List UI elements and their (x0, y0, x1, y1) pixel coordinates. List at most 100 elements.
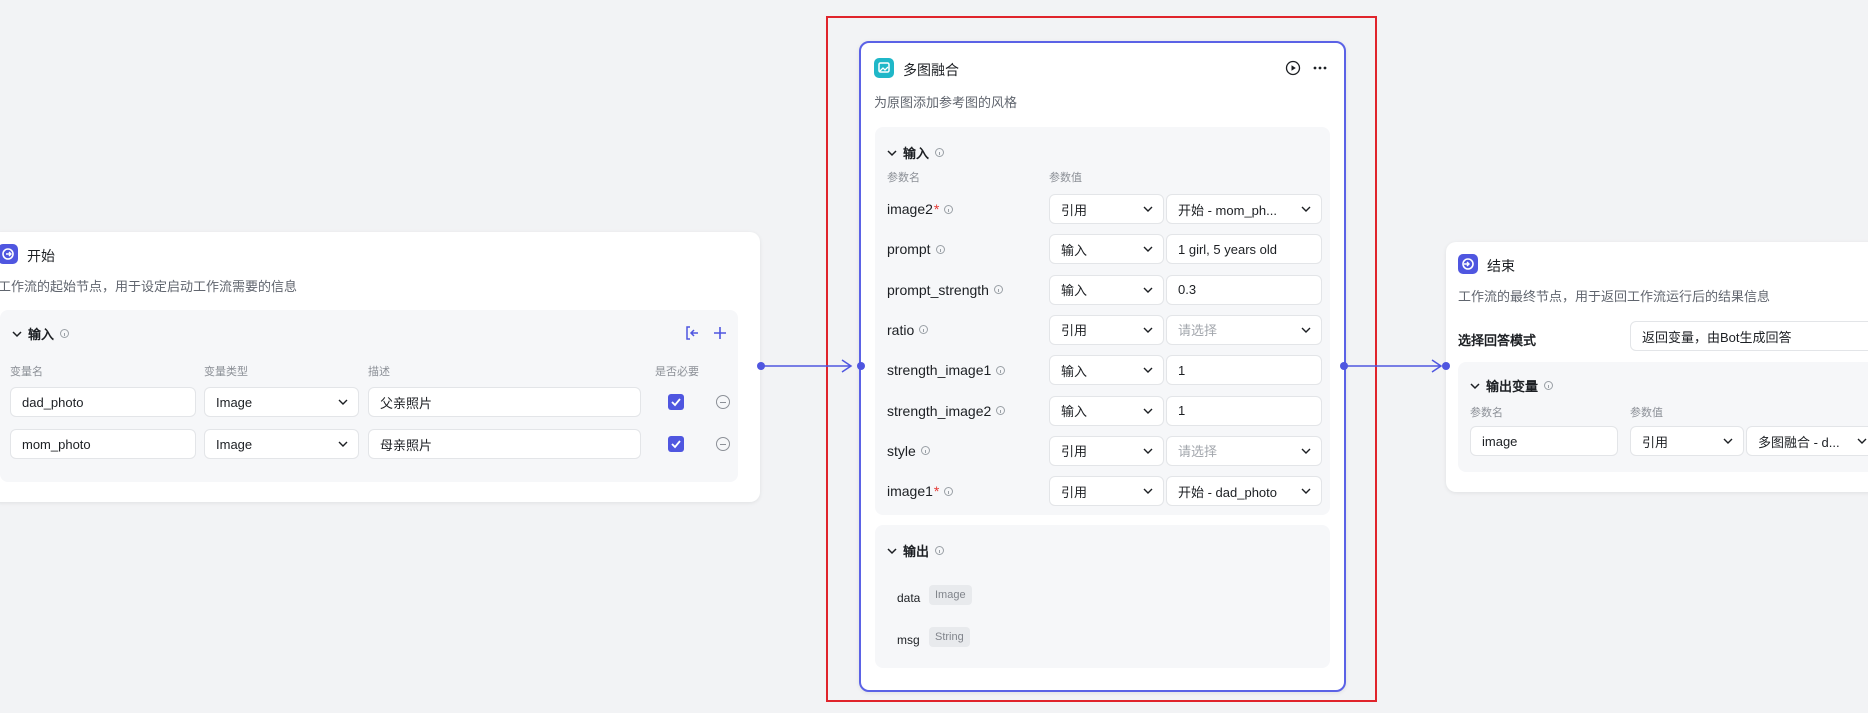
param-mode-select[interactable]: 输入 (1049, 355, 1164, 386)
merge-input-header[interactable]: 输入 (887, 143, 945, 162)
start-input-section: 输入 变量名 变量类型 描述 是否必要 dad_photo Image 父亲照片… (0, 310, 738, 482)
start-node[interactable]: 开始 工作流的起始节点，用于设定启动工作流需要的信息 输入 变量名 变量类型 描… (0, 232, 760, 502)
chevron-down-icon (1143, 246, 1153, 253)
col-param-value: 参数值 (1630, 407, 1663, 419)
param-name-text: image1 (887, 483, 933, 500)
end-ref-select[interactable]: 多图融合 - d... (1746, 426, 1868, 456)
output-name: data (897, 591, 921, 605)
remove-row-icon[interactable] (716, 395, 730, 409)
chevron-down-icon (1143, 367, 1153, 374)
param-ref-select[interactable]: 开始 - mom_ph... (1166, 194, 1322, 224)
info-icon (996, 365, 1006, 375)
param-mode-select[interactable]: 引用 (1049, 476, 1164, 507)
chevron-down-icon (1143, 408, 1153, 414)
param-mode-select[interactable]: 引用 (1049, 194, 1164, 224)
chevron-down-icon (1301, 206, 1311, 212)
var-name-input[interactable]: dad_photo (10, 387, 196, 417)
param-mode-value: 引用 (1061, 444, 1088, 460)
param-ref-select[interactable]: 请选择 (1166, 314, 1322, 345)
end-mode-select[interactable]: 引用 (1630, 426, 1744, 456)
param-ref-select[interactable]: 请选择 (1166, 435, 1322, 466)
chevron-down-icon (887, 547, 897, 554)
start-desc: 工作流的起始节点，用于设定启动工作流需要的信息 (0, 279, 298, 294)
param-value: 1 (1178, 362, 1186, 378)
end-title: 结束 (1487, 258, 1515, 274)
chevron-down-icon (1301, 327, 1311, 333)
start-input-header[interactable]: 输入 (12, 324, 70, 343)
remove-row-icon[interactable] (716, 437, 730, 451)
var-type-select[interactable]: Image (204, 387, 359, 417)
param-value-input[interactable]: 1 (1166, 395, 1322, 426)
end-param-name-input[interactable]: image (1470, 426, 1618, 456)
chevron-down-icon (1301, 448, 1311, 454)
param-value-input[interactable]: 0.3 (1166, 274, 1322, 305)
var-desc-input[interactable]: 父亲照片 (368, 387, 641, 417)
param-mode-select[interactable]: 输入 (1049, 234, 1164, 265)
param-name-text: ratio (887, 321, 915, 338)
more-icon[interactable] (1312, 60, 1328, 76)
info-icon (996, 406, 1006, 415)
info-icon (993, 285, 1003, 295)
merge-input-port[interactable] (857, 362, 865, 370)
start-input-label: 输入 (28, 327, 55, 342)
param-mode-value: 输入 (1061, 242, 1088, 258)
chevron-down-icon (1143, 327, 1153, 333)
play-icon[interactable] (1285, 60, 1301, 76)
param-mode-select[interactable]: 引用 (1049, 314, 1164, 345)
import-icon[interactable] (684, 325, 700, 341)
param-name-text: prompt (887, 241, 931, 258)
chevron-down-icon (1857, 438, 1867, 444)
param-name: image2 * (887, 201, 954, 217)
merge-desc: 为原图添加参考图的风格 (874, 95, 1018, 110)
param-name-text: image2 (887, 201, 933, 217)
end-output-header[interactable]: 输出变量 (1470, 376, 1554, 395)
start-output-port[interactable] (757, 362, 765, 370)
param-value-input[interactable]: 1 (1166, 355, 1322, 386)
param-name: prompt_strength (887, 282, 1003, 298)
merge-output-header[interactable]: 输出 (887, 541, 945, 560)
arrow-merge-end (1431, 359, 1443, 373)
chevron-down-icon (338, 441, 348, 447)
required-checkbox[interactable] (668, 394, 684, 410)
var-name-input[interactable]: mom_photo (10, 429, 196, 459)
param-mode-select[interactable]: 输入 (1049, 395, 1164, 426)
param-mode-select[interactable]: 输入 (1049, 274, 1164, 305)
param-value: 1 girl, 5 years old (1178, 241, 1277, 257)
end-output-label: 输出变量 (1486, 379, 1539, 394)
mode-select[interactable]: 返回变量，由Bot生成回答 (1630, 321, 1868, 351)
var-type-select[interactable]: Image (204, 429, 359, 459)
param-name: image1 * (887, 483, 954, 500)
output-type-tag: String (929, 627, 970, 647)
param-value-input[interactable]: 1 girl, 5 years old (1166, 234, 1322, 265)
end-output-section: 输出变量 参数名 参数值 image 引用 多图融合 - d... (1458, 362, 1868, 472)
end-input-port[interactable] (1442, 362, 1450, 370)
var-type-value: Image (216, 394, 253, 410)
info-icon (935, 244, 945, 254)
merge-output-port[interactable] (1340, 362, 1348, 370)
param-mode-select[interactable]: 引用 (1049, 435, 1164, 466)
end-ref-value: 多图融合 - d... (1758, 434, 1840, 450)
chevron-down-icon (1143, 206, 1153, 212)
param-name-text: strength_image1 (887, 362, 992, 379)
merge-node[interactable]: 多图融合 为原图添加参考图的风格 输入 参数名 参数值 image2 * 引用 开始 … (859, 41, 1346, 692)
start-icon (0, 244, 18, 264)
merge-input-label: 输入 (903, 146, 930, 161)
param-name: prompt (887, 241, 945, 257)
end-node[interactable]: 结束 工作流的最终节点，用于返回工作流运行后的结果信息 选择回答模式 返回变量，… (1446, 242, 1868, 492)
info-icon (935, 546, 945, 555)
check-icon (671, 440, 681, 449)
required-mark: * (933, 201, 940, 217)
chevron-down-icon (1470, 382, 1480, 389)
param-ref-select[interactable]: 开始 - dad_photo (1166, 476, 1322, 507)
var-desc-input[interactable]: 母亲照片 (368, 429, 641, 459)
param-value: 1 (1178, 403, 1186, 418)
param-value: 请选择 (1178, 323, 1218, 339)
param-value: 开始 - mom_ph... (1178, 202, 1277, 218)
chevron-down-icon (338, 399, 348, 405)
add-icon[interactable] (712, 325, 728, 341)
required-checkbox[interactable] (668, 436, 684, 452)
merge-output-label: 输出 (903, 544, 930, 559)
info-icon (1544, 381, 1554, 390)
param-name: strength_image1 (887, 362, 1006, 379)
info-icon (60, 329, 70, 338)
